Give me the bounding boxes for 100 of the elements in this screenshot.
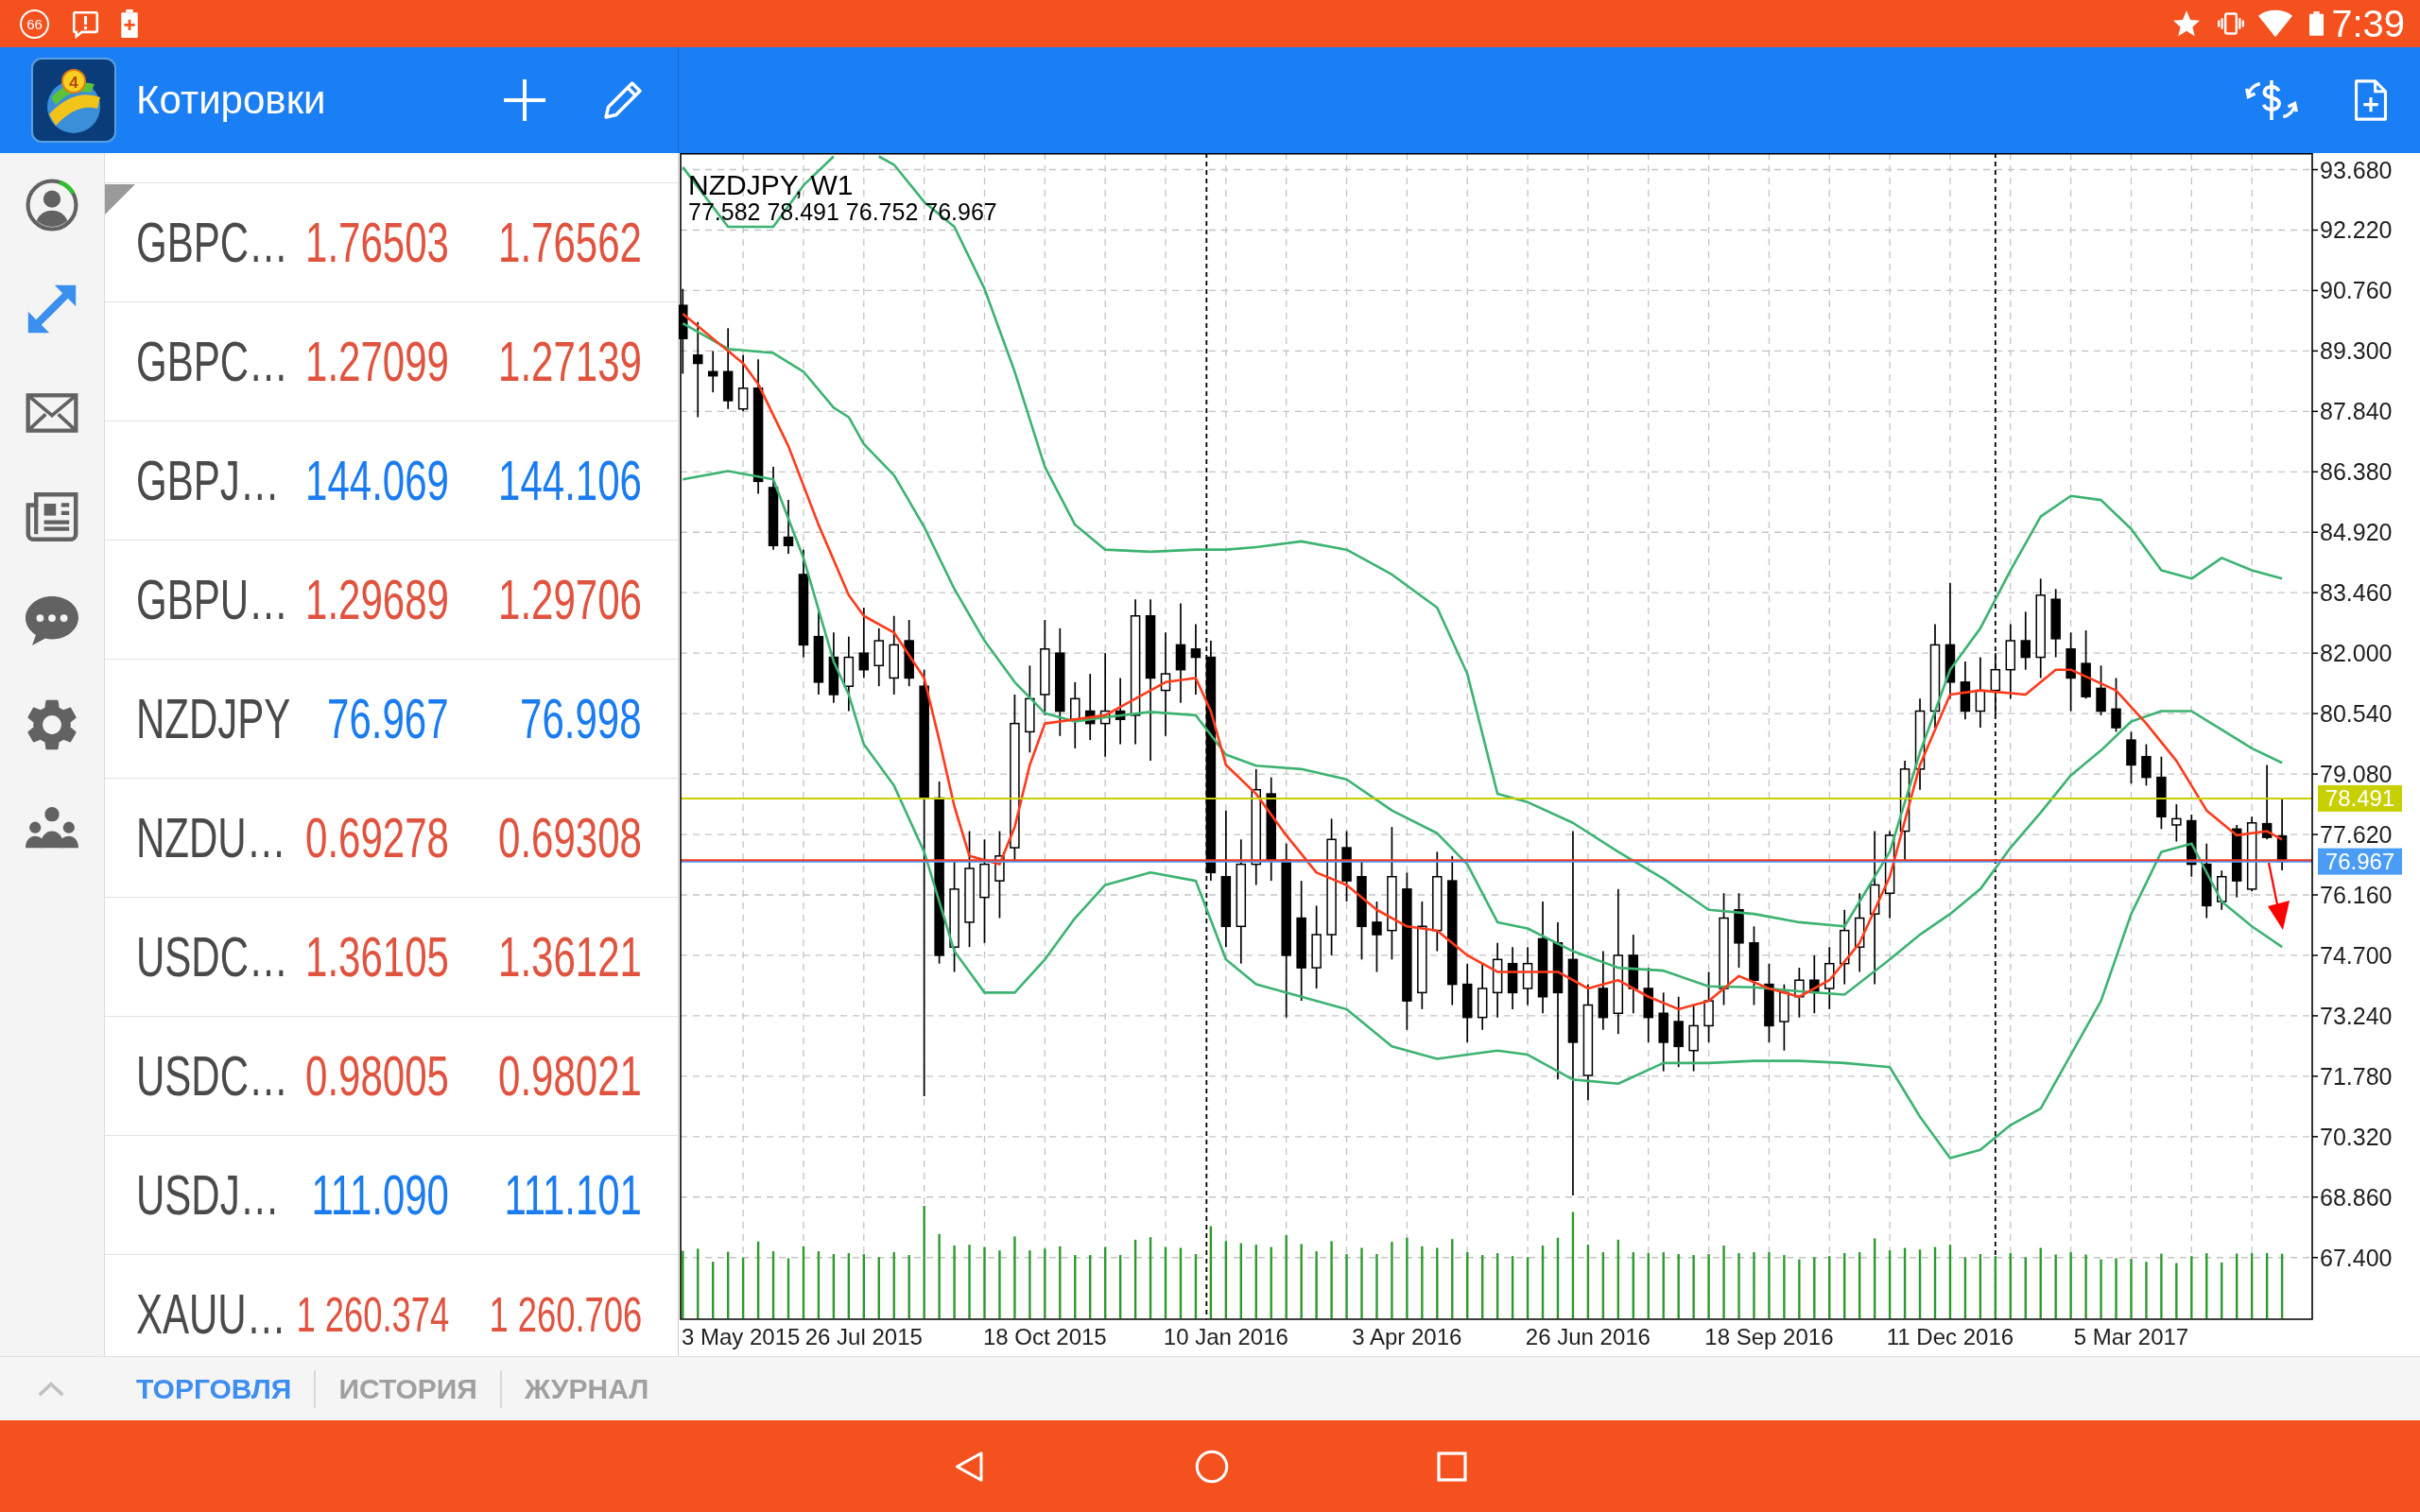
bid-price: 144.069 (305, 452, 449, 509)
quote-symbol: GBPC… (136, 214, 289, 271)
axis-label: 10 Jan 2016 (1163, 1323, 1288, 1349)
diagonal-arrows-icon[interactable] (26, 283, 78, 335)
arrow-icon (2267, 862, 2290, 930)
axis-label: 70.320 (2320, 1123, 2393, 1150)
candle (1960, 661, 1971, 721)
status-time: 7:39 (2331, 5, 2405, 43)
ref-line-label: 78.491 (2325, 785, 2395, 812)
ask-price: 76.998 (520, 690, 642, 747)
axis-label: 26 Jul 2015 (804, 1323, 923, 1349)
axis-label: 3 Apr 2016 (1352, 1323, 1462, 1349)
price-tag: 76.967 (2318, 848, 2402, 875)
quote-symbol: GBPU… (136, 571, 289, 628)
axis-label: 11 Dec 2016 (1886, 1323, 2014, 1349)
quote-symbol: GBPC… (136, 333, 289, 390)
price-tag: 78.491 (2318, 784, 2402, 812)
notification-badge: 66 (20, 9, 49, 39)
ask-price: 111.101 (504, 1166, 642, 1224)
axis-label: 76.160 (2320, 882, 2393, 908)
axis-label: 80.540 (2320, 700, 2393, 728)
tab[interactable]: ЖУРНАЛ (524, 1374, 649, 1403)
bid-price: 0.69278 (305, 809, 449, 867)
quote-symbol: NZDJPY (136, 690, 291, 747)
candle (1084, 673, 1096, 741)
ask-price: 1.29706 (498, 571, 642, 628)
axis-label: 26 Jun 2016 (1525, 1323, 1651, 1349)
star-icon (2173, 10, 2201, 37)
axis-label: 74.700 (2320, 941, 2393, 969)
app-title: Котировки (136, 80, 326, 120)
candle (2187, 814, 2197, 878)
quote-symbol: NZDU… (136, 809, 286, 867)
quote-symbol: GBPJ… (136, 452, 280, 509)
app-logo: 4 (31, 58, 116, 143)
battery-plus-icon (121, 9, 138, 38)
bid-price: 111.090 (311, 1166, 449, 1224)
bid-price: 0.98005 (305, 1047, 449, 1105)
tab[interactable]: ТОРГОВЛЯ (136, 1374, 292, 1403)
ask-price: 1.36121 (498, 928, 642, 986)
candle (1824, 946, 1835, 1010)
battery-icon (2309, 9, 2325, 38)
home-icon[interactable] (1195, 1449, 1229, 1484)
axis-label: 84.920 (2320, 519, 2393, 546)
axis-label: 3 May 2015 (682, 1323, 801, 1349)
vibrate-icon (2218, 10, 2245, 37)
candle (873, 627, 884, 688)
plus-icon[interactable] (504, 79, 545, 121)
corner-marker-icon (105, 184, 135, 215)
axis-label: 77.620 (2320, 821, 2393, 849)
pencil-icon[interactable] (604, 81, 642, 119)
candle (1522, 946, 1533, 1006)
settings-icon[interactable] (26, 698, 78, 751)
candle (2141, 743, 2152, 787)
recents-icon[interactable] (1437, 1451, 1467, 1482)
quote-symbol: USDC… (136, 1047, 288, 1105)
axis-label: 67.400 (2320, 1244, 2393, 1271)
axis-label: 83.460 (2320, 579, 2393, 607)
document-plus-icon[interactable] (2355, 79, 2387, 121)
candle (2171, 803, 2182, 843)
candle (1794, 967, 1805, 1019)
candle (2111, 677, 2121, 733)
candle (1070, 681, 1080, 749)
ask-price: 1 260.706 (489, 1289, 642, 1339)
ask-price: 1.76562 (498, 214, 642, 271)
bid-price: 1.36105 (305, 928, 449, 986)
candle (707, 350, 718, 394)
candle (2020, 610, 2031, 671)
wifi-icon (2258, 9, 2293, 38)
axis-label: 82.000 (2320, 640, 2393, 667)
quote-symbol: XAUU… (136, 1285, 286, 1343)
axis-label: 18 Sep 2016 (1704, 1323, 1834, 1349)
candle (1507, 946, 1518, 1010)
ask-price: 0.69308 (498, 809, 642, 867)
candle (783, 499, 794, 555)
axis-label: 68.860 (2320, 1183, 2393, 1211)
axis-label: 86.380 (2320, 458, 2393, 486)
user-circle-icon[interactable] (26, 179, 78, 232)
bid-price: 1.29689 (305, 571, 449, 628)
chat-icon[interactable] (26, 594, 78, 647)
ask-price: 144.106 (498, 452, 642, 509)
tab[interactable]: ИСТОРИЯ (338, 1374, 477, 1403)
newspaper-icon[interactable] (26, 490, 78, 543)
candle (2217, 869, 2227, 911)
candle (1990, 652, 2001, 716)
axis-label: 89.300 (2320, 337, 2393, 365)
alert-icon (71, 9, 100, 39)
axis-label: 93.680 (2320, 156, 2393, 183)
quote-symbol: USDJ… (136, 1166, 280, 1224)
ask-price: 1.27139 (498, 333, 642, 390)
bid-price: 76.967 (327, 690, 449, 747)
candle (737, 353, 749, 412)
bid-price: 1.76503 (305, 214, 449, 271)
axis-label: 87.840 (2320, 398, 2393, 425)
axis-label: 90.760 (2320, 277, 2393, 304)
bid-price: 1.27099 (305, 333, 449, 390)
candle (1809, 954, 1820, 1015)
axis-label: 73.240 (2320, 1002, 2393, 1029)
candle (2126, 730, 2136, 784)
bid-price: 1 260.374 (296, 1289, 449, 1339)
axis-label: 71.780 (2320, 1062, 2393, 1090)
